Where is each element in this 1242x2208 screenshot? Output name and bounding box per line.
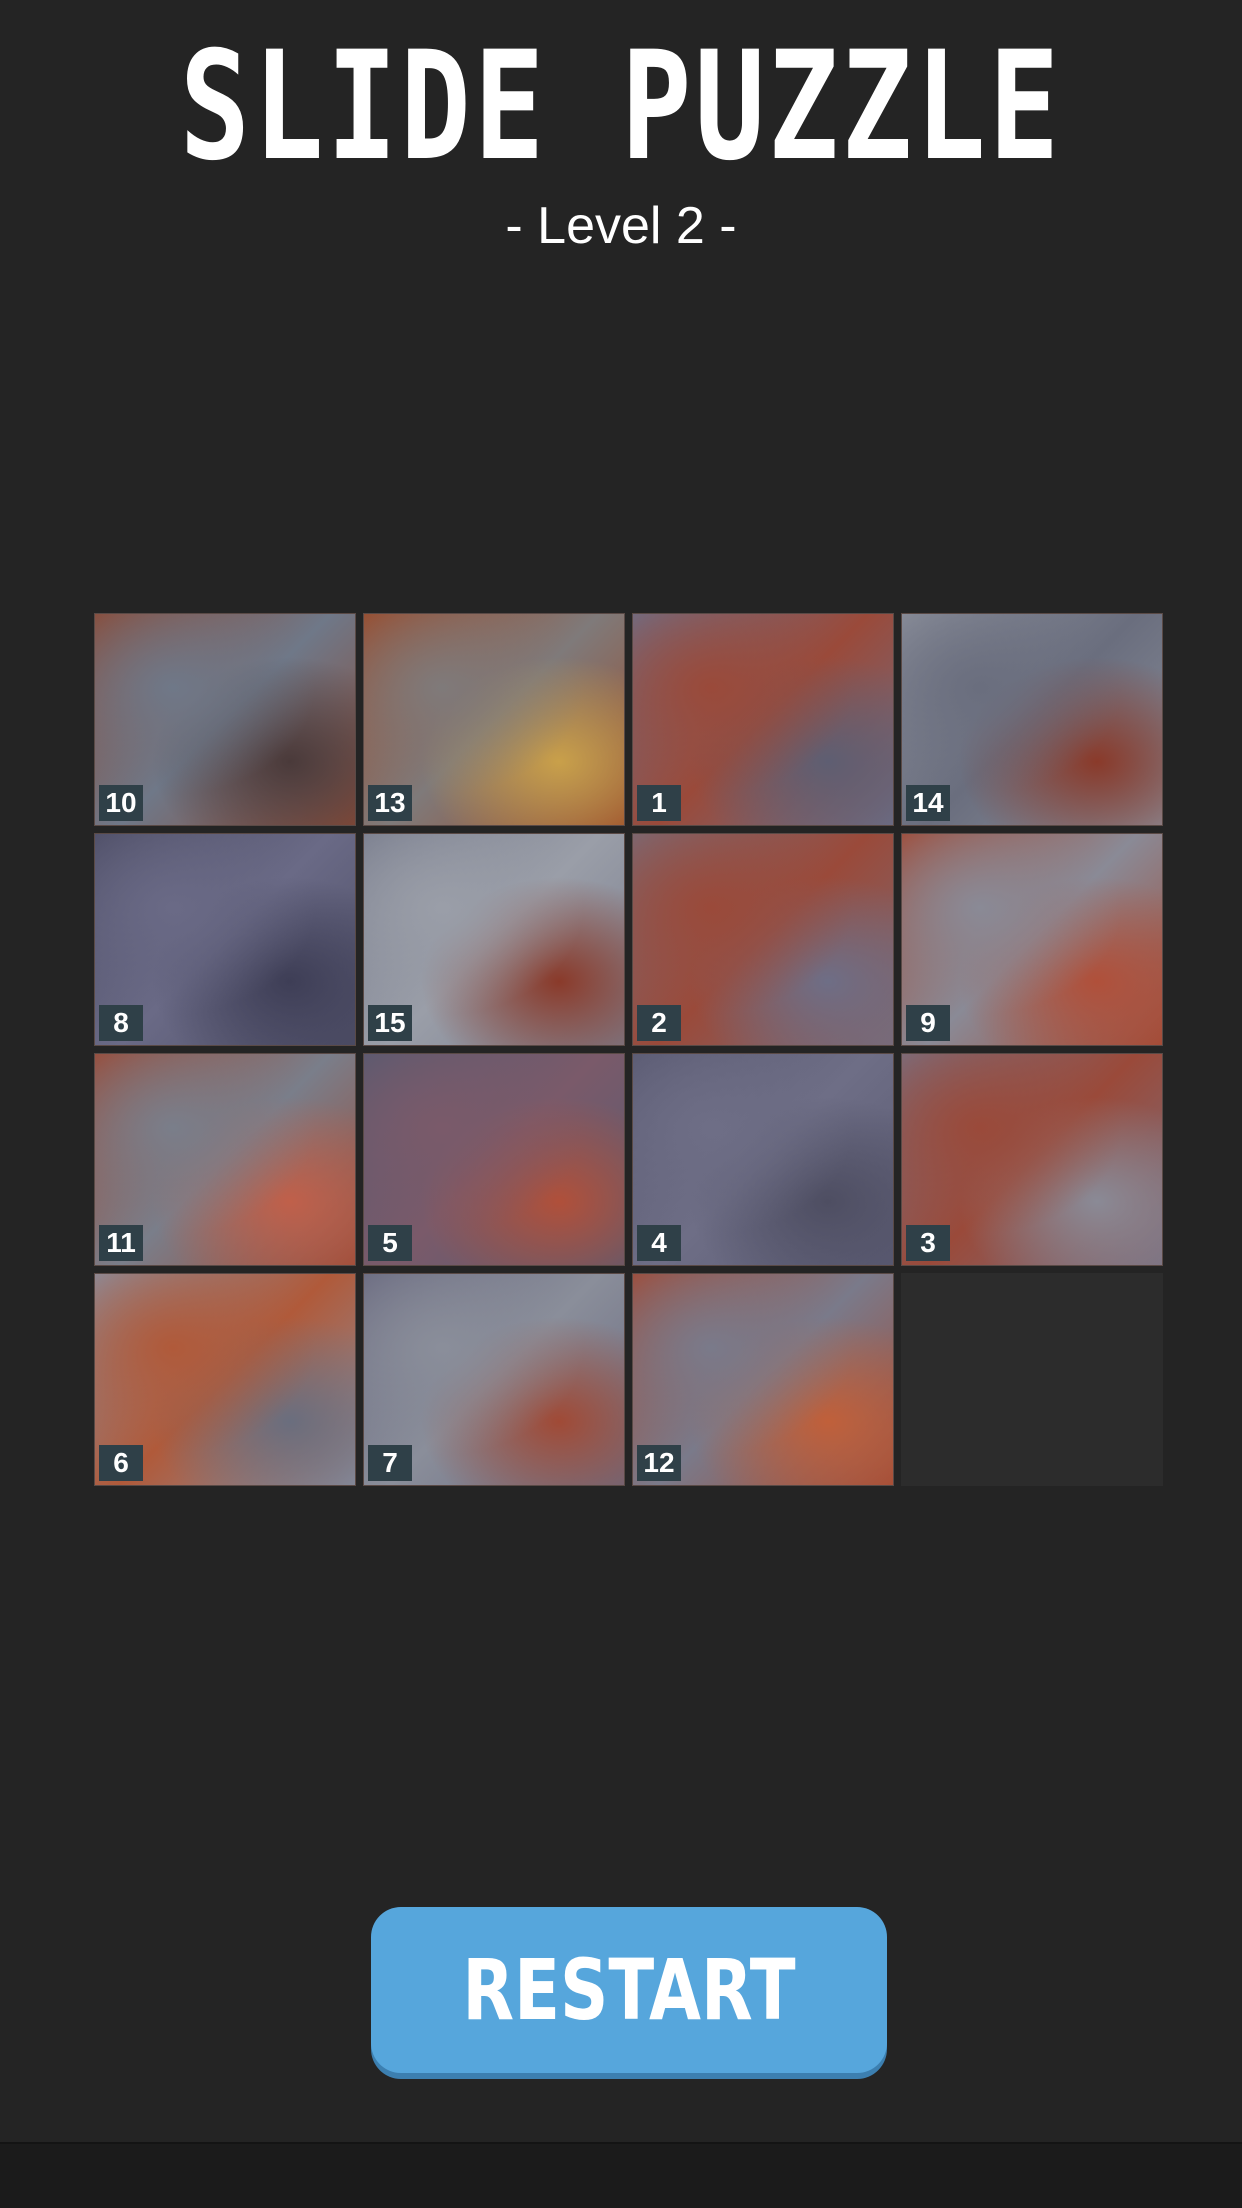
tile-number: 5: [368, 1225, 412, 1261]
puzzle-tile[interactable]: 6: [94, 1273, 356, 1486]
tile-number: 4: [637, 1225, 681, 1261]
tile-number: 2: [637, 1005, 681, 1041]
puzzle-board: 10 13 1 14 8 15 2 9 11 5 4 3 6 7 12: [94, 613, 1165, 1487]
tile-number: 1: [637, 785, 681, 821]
tile-number: 8: [99, 1005, 143, 1041]
tile-number: 3: [906, 1225, 950, 1261]
tile-number: 15: [368, 1005, 412, 1041]
puzzle-tile[interactable]: 4: [632, 1053, 894, 1266]
restart-button[interactable]: RESTART: [371, 1907, 887, 2073]
tile-number: 11: [99, 1225, 143, 1261]
restart-button-label: RESTART: [462, 1941, 796, 2039]
puzzle-tile[interactable]: 12: [632, 1273, 894, 1486]
tile-number: 7: [368, 1445, 412, 1481]
puzzle-tile[interactable]: 14: [901, 613, 1163, 826]
tile-number: 10: [99, 785, 143, 821]
tile-number: 9: [906, 1005, 950, 1041]
puzzle-tile[interactable]: 15: [363, 833, 625, 1046]
puzzle-tile[interactable]: 10: [94, 613, 356, 826]
bottom-bar: [0, 2142, 1242, 2208]
puzzle-tile[interactable]: 1: [632, 613, 894, 826]
puzzle-tile[interactable]: 2: [632, 833, 894, 1046]
tile-number: 13: [368, 785, 412, 821]
puzzle-tile[interactable]: 13: [363, 613, 625, 826]
game-title: SLIDE PUZZLE: [179, 20, 1063, 194]
tile-number: 12: [637, 1445, 681, 1481]
puzzle-tile[interactable]: 3: [901, 1053, 1163, 1266]
tile-number: 14: [906, 785, 950, 821]
puzzle-tile[interactable]: 5: [363, 1053, 625, 1266]
game-screen: SLIDE PUZZLE - Level 2 - 10 13 1 14 8 15 2 9 11 5…: [0, 0, 1242, 2208]
puzzle-tile[interactable]: 11: [94, 1053, 356, 1266]
level-label: - Level 2 -: [505, 197, 737, 255]
puzzle-tile[interactable]: 7: [363, 1273, 625, 1486]
puzzle-tile[interactable]: 8: [94, 833, 356, 1046]
tile-number: 6: [99, 1445, 143, 1481]
puzzle-tile[interactable]: 9: [901, 833, 1163, 1046]
empty-slot: [901, 1273, 1163, 1486]
